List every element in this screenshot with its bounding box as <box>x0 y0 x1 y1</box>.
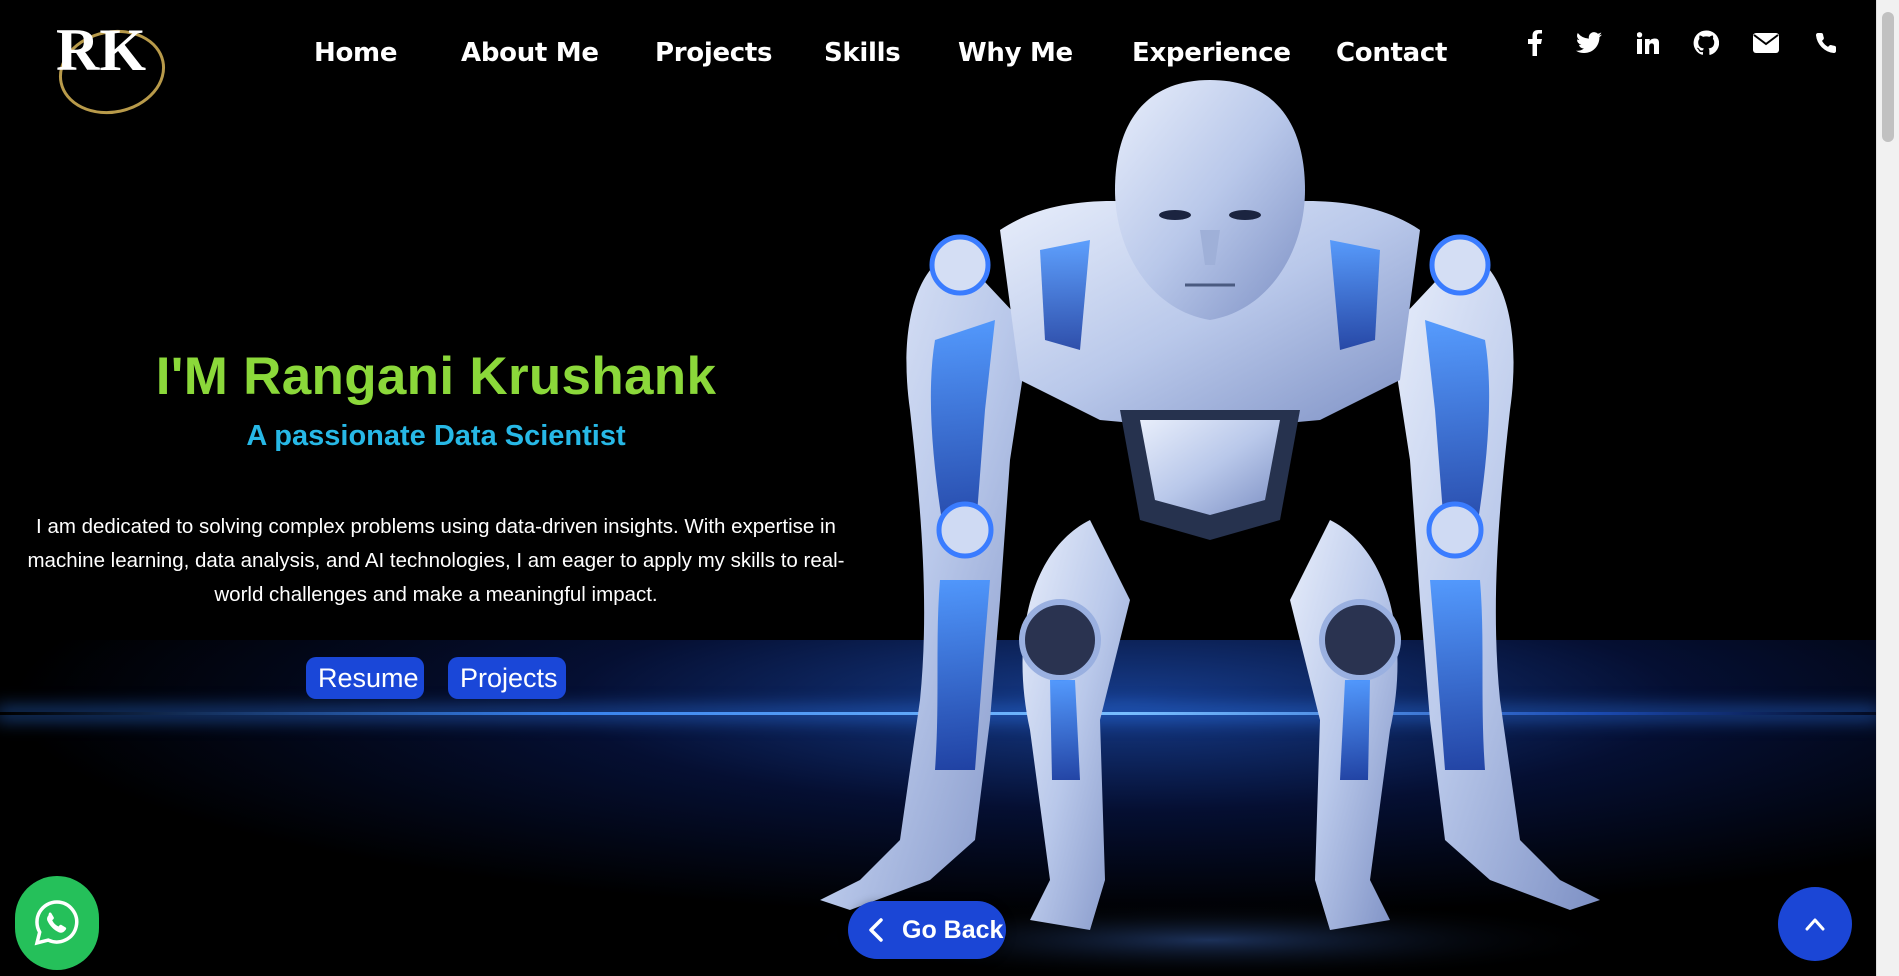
hero-subtitle: A passionate Data Scientist <box>246 420 626 452</box>
nav-projects[interactable]: Projects <box>655 38 773 68</box>
page-scrollbar[interactable] <box>1876 0 1899 976</box>
go-back-label: Go Back <box>902 915 1004 944</box>
page: RK Home About Me Projects Skills Why Me … <box>0 0 1876 976</box>
linkedin-icon[interactable] <box>1633 28 1663 58</box>
email-icon[interactable] <box>1751 28 1781 58</box>
robot-illustration <box>790 80 1630 976</box>
hero-title: I'M Rangani Krushank <box>155 347 717 406</box>
nav-contact[interactable]: Contact <box>1336 38 1447 68</box>
phone-icon[interactable] <box>1811 28 1841 58</box>
social-links <box>1520 28 1860 58</box>
logo-letter-r: RK <box>56 17 146 83</box>
twitter-icon[interactable] <box>1574 28 1604 58</box>
hero-description: I am dedicated to solving complex proble… <box>27 515 845 606</box>
whatsapp-button[interactable] <box>15 876 99 970</box>
resume-button[interactable]: Resume <box>306 657 424 699</box>
whatsapp-icon <box>34 900 79 946</box>
facebook-icon[interactable] <box>1520 28 1550 58</box>
rk-logo[interactable]: RK <box>50 14 170 118</box>
nav-home[interactable]: Home <box>314 38 397 68</box>
chevron-up-icon <box>1805 918 1825 931</box>
scroll-to-top-button[interactable] <box>1778 887 1852 961</box>
nav-why-me[interactable]: Why Me <box>958 38 1073 68</box>
github-icon[interactable] <box>1691 28 1721 58</box>
go-back-button[interactable]: Go Back <box>848 901 1006 959</box>
chevron-left-icon <box>869 918 883 942</box>
nav-experience[interactable]: Experience <box>1132 38 1291 68</box>
projects-button[interactable]: Projects <box>448 657 566 699</box>
nav-skills[interactable]: Skills <box>824 38 901 68</box>
nav-about-me[interactable]: About Me <box>461 38 599 68</box>
scrollbar-thumb[interactable] <box>1882 12 1894 142</box>
